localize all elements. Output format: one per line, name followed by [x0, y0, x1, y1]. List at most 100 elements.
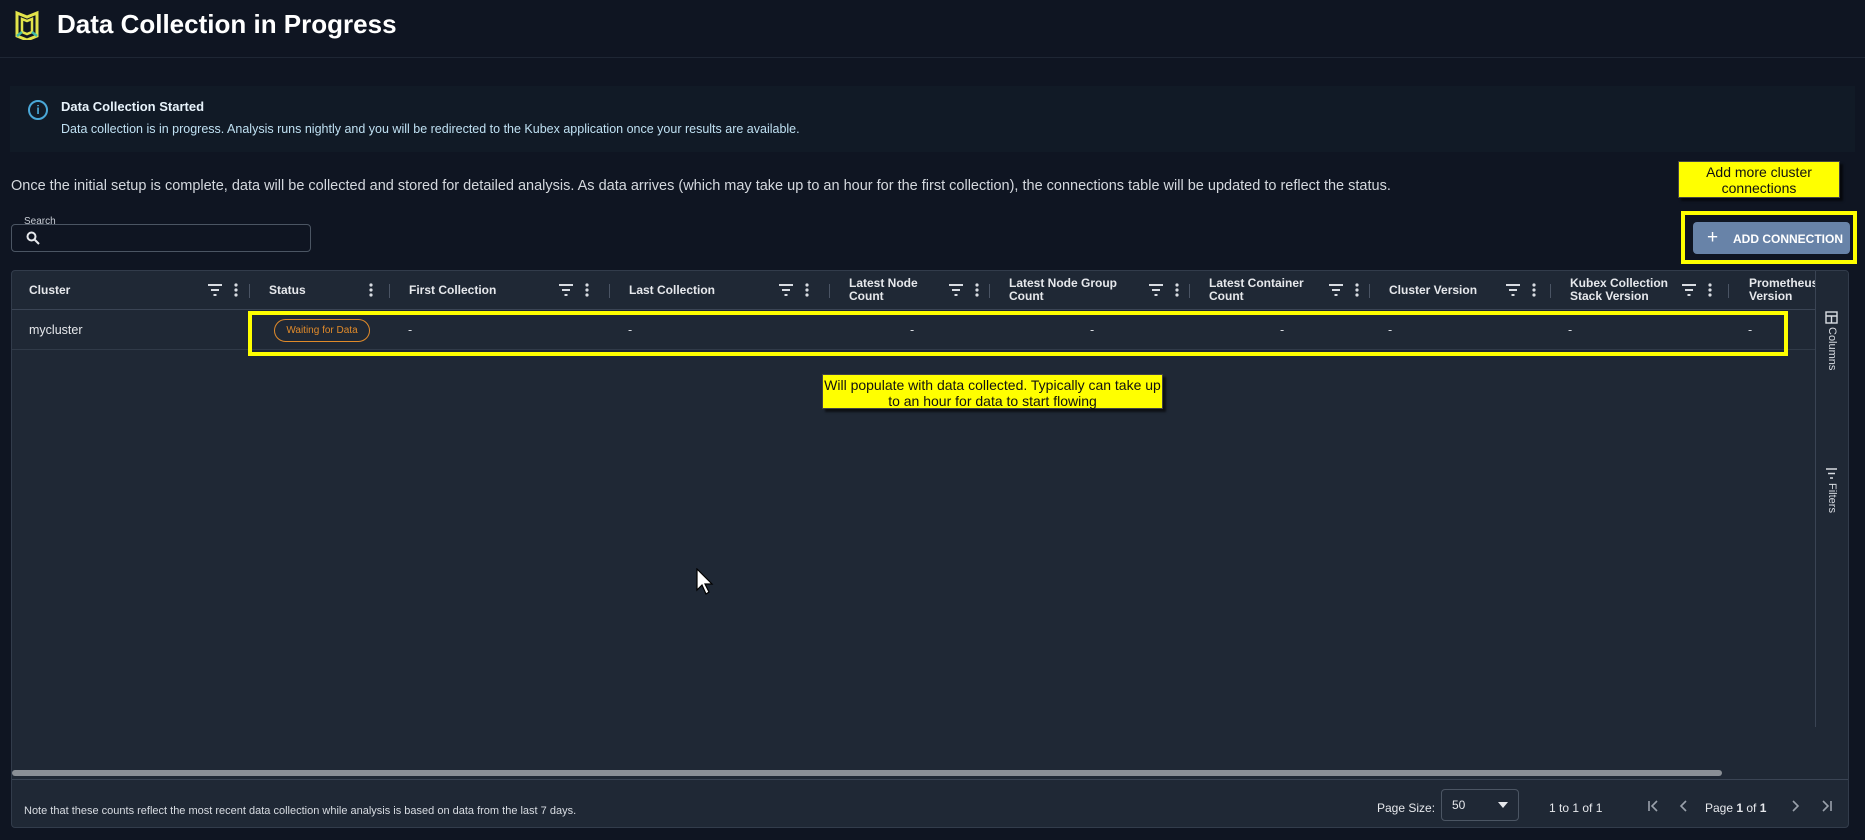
column-header-line1: Latest Node — [849, 276, 918, 290]
column-header-cluster[interactable]: Cluster — [29, 271, 238, 310]
column-header-cluster-version[interactable]: Cluster Version — [1389, 271, 1569, 310]
annotation-populate: Will populate with data collected. Typic… — [822, 374, 1163, 409]
column-header-first-collection[interactable]: First Collection — [409, 271, 599, 310]
page-total: 1 — [1759, 801, 1767, 815]
previous-page-icon[interactable] — [1676, 798, 1692, 814]
page-title: Data Collection in Progress — [57, 9, 397, 39]
filters-label: Filters — [1826, 483, 1838, 513]
plus-icon: + — [1707, 227, 1719, 248]
search-input[interactable] — [52, 228, 302, 248]
column-menu-icon[interactable] — [1532, 283, 1536, 297]
column-separator[interactable] — [609, 284, 610, 298]
column-header-label: Kubex Collection Stack Version — [1570, 277, 1668, 303]
horizontal-scrollbar[interactable] — [12, 770, 1722, 776]
column-separator[interactable] — [1550, 284, 1551, 298]
column-header-line1: Kubex Collection — [1570, 276, 1669, 290]
column-separator[interactable] — [1728, 284, 1729, 298]
filter-icon[interactable] — [779, 284, 793, 296]
column-header-line2: Count — [1209, 289, 1244, 303]
annotation-highlight-row — [248, 311, 1788, 356]
add-connection-label: ADD CONNECTION — [1733, 232, 1843, 246]
column-header-line1: Prometheus — [1749, 276, 1819, 290]
chevron-down-icon — [1498, 802, 1508, 808]
column-menu-icon[interactable] — [585, 283, 589, 297]
column-header-kubex-collection-stack-version[interactable]: Kubex Collection Stack Version — [1570, 271, 1750, 310]
column-header-latest-node-count[interactable]: Latest Node Count — [849, 271, 999, 310]
columns-panel-toggle[interactable]: Columns — [1822, 311, 1842, 381]
info-banner: i Data Collection Started Data collectio… — [10, 86, 1855, 152]
column-header-latest-container-count[interactable]: Latest Container Count — [1209, 271, 1389, 310]
column-header-latest-node-group-count[interactable]: Latest Node Group Count — [1009, 271, 1209, 310]
side-tool-panel: Columns Filters — [1815, 271, 1848, 727]
mouse-cursor-icon — [696, 568, 714, 595]
column-header-prometheus-version[interactable]: Prometheus Version — [1749, 271, 1818, 310]
cube-logo-icon — [15, 10, 39, 40]
filter-icon[interactable] — [208, 284, 222, 296]
first-page-icon[interactable] — [1646, 798, 1662, 814]
column-separator[interactable] — [1189, 284, 1190, 298]
column-header-last-collection[interactable]: Last Collection — [629, 271, 829, 310]
annotation-add-more: Add more cluster connections — [1678, 161, 1840, 198]
column-header-line2: Version — [1749, 289, 1793, 303]
filter-icon[interactable] — [1149, 284, 1163, 296]
column-menu-icon[interactable] — [805, 283, 809, 297]
column-menu-icon[interactable] — [369, 283, 373, 297]
search-field[interactable] — [11, 224, 311, 252]
banner-text: Data collection is in progress. Analysis… — [61, 122, 800, 136]
column-separator[interactable] — [389, 284, 390, 298]
column-header-line1: Latest Container — [1209, 276, 1304, 290]
page-size-value: 50 — [1452, 798, 1466, 812]
last-page-icon[interactable] — [1818, 798, 1834, 814]
cell-cluster: mycluster — [29, 323, 83, 337]
column-menu-icon[interactable] — [1708, 283, 1712, 297]
table-footer: Note that these counts reflect the most … — [12, 779, 1848, 827]
filter-icon[interactable] — [949, 284, 963, 296]
intro-text: Once the initial setup is complete, data… — [11, 178, 1391, 194]
column-menu-icon[interactable] — [1355, 283, 1359, 297]
column-header-label: Cluster — [29, 283, 71, 297]
page-mid: of — [1743, 801, 1760, 815]
column-separator[interactable] — [989, 284, 990, 298]
column-header-label: Cluster Version — [1389, 283, 1478, 297]
filter-icon[interactable] — [1506, 284, 1520, 296]
column-separator[interactable] — [829, 284, 830, 298]
page-indicator: Page 1 of 1 — [1705, 801, 1766, 815]
filter-icon[interactable] — [1329, 284, 1343, 296]
app-header: Data Collection in Progress — [0, 0, 1865, 58]
filters-panel-toggle[interactable]: Filters — [1822, 467, 1842, 527]
columns-label: Columns — [1826, 327, 1838, 371]
column-header-label: Last Collection — [629, 283, 716, 297]
filter-icon[interactable] — [559, 284, 573, 296]
column-header-line2: Count — [849, 289, 884, 303]
column-menu-icon[interactable] — [1175, 283, 1179, 297]
column-header-label: Status — [269, 283, 306, 297]
search-icon — [26, 231, 40, 245]
column-header-label: Latest Node Group Count — [1009, 277, 1117, 303]
column-separator[interactable] — [1369, 284, 1370, 298]
column-header-line2: Stack Version — [1570, 289, 1649, 303]
next-page-icon[interactable] — [1787, 798, 1803, 814]
filter-icon — [1826, 468, 1837, 479]
filter-icon[interactable] — [1682, 284, 1696, 296]
column-separator[interactable] — [249, 284, 250, 298]
column-menu-icon[interactable] — [975, 283, 979, 297]
page-size-select[interactable]: 50 — [1441, 789, 1519, 821]
column-header-label: Latest Node Count — [849, 277, 918, 303]
column-menu-icon[interactable] — [234, 283, 238, 297]
connections-table: Cluster Status First Collection Last Col… — [11, 270, 1849, 828]
page-prefix: Page — [1705, 801, 1737, 815]
row-range: 1 to 1 of 1 — [1549, 801, 1603, 815]
banner-title: Data Collection Started — [61, 99, 205, 114]
columns-icon — [1825, 311, 1838, 324]
info-icon: i — [28, 100, 48, 120]
column-header-line1: Latest Node Group — [1009, 276, 1118, 290]
column-header-label: Prometheus Version — [1749, 277, 1818, 303]
table-header: Cluster Status First Collection Last Col… — [12, 271, 1818, 310]
add-connection-button[interactable]: + ADD CONNECTION — [1693, 222, 1850, 254]
column-header-line2: Count — [1009, 289, 1044, 303]
page-size-label: Page Size: — [1377, 801, 1436, 815]
footnote: Note that these counts reflect the most … — [24, 805, 577, 817]
column-header-label: First Collection — [409, 283, 497, 297]
column-header-label: Latest Container Count — [1209, 277, 1304, 303]
column-header-status[interactable]: Status — [269, 271, 373, 310]
